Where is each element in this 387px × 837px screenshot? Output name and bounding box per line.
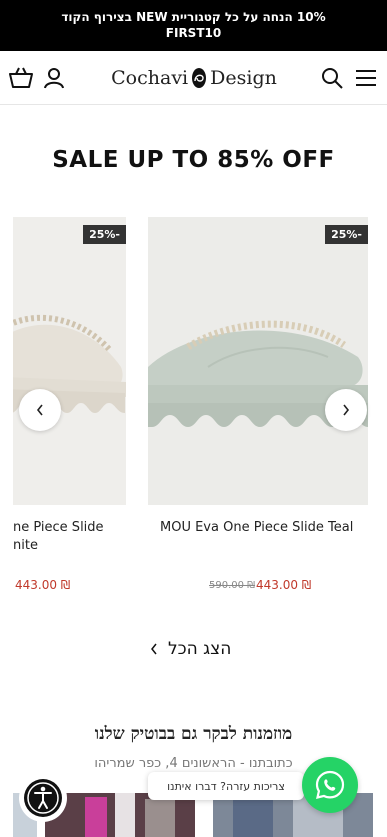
discount-badge: 25%- [325,225,368,244]
sale-heading: SALE UP TO 85% OFF [52,147,335,173]
site-logo[interactable]: Cochavi Design [111,63,277,93]
product-image[interactable]: 25%- [148,217,368,505]
page: 10% הנחה על כל קטגוריית NEW בצירוף הקוד … [0,0,387,837]
logo-mark-icon [192,68,207,88]
product-original-price: 590.00 ₪ [209,580,256,591]
announcement-text: 10% הנחה על כל קטגוריית NEW בצירוף הקוד [61,10,326,24]
logo-text-left: Cochavi [111,67,189,89]
discount-badge: 25%- [83,225,126,244]
announcement-bar[interactable]: 10% הנחה על כל קטגוריית NEW בצירוף הקוד … [0,0,387,51]
product-price: 443.00 ₪ [15,578,71,592]
chevron-right-icon [343,404,350,416]
whatsapp-icon [315,770,345,799]
chevron-left-icon [151,643,157,655]
whatsapp-button[interactable] [302,757,358,813]
slide-sandal-image [148,217,368,505]
search-icon[interactable] [319,65,345,91]
accessibility-icon [24,779,62,817]
account-icon[interactable] [41,65,67,91]
product-price: 443.00 ₪ [256,578,312,592]
logo-text-right: Design [210,67,277,89]
carousel-next-button[interactable] [325,389,367,431]
whatsapp-tooltip[interactable]: צריכות עזרה? דברו איתנו [148,772,304,800]
menu-icon[interactable] [353,65,379,91]
product-title[interactable]: MOU Eva One Piece Slide Teal [160,519,353,537]
product-image[interactable]: 25%- [13,217,126,505]
view-all-link[interactable]: הצג הכל [150,637,231,661]
view-all-label: הצג הכל [168,639,232,659]
slide-sandal-image [13,217,126,505]
boutique-heading: מוזמנות לבקר גם בבוטיק שלנו [94,724,293,744]
accessibility-button[interactable] [21,776,65,820]
carousel-prev-button[interactable] [19,389,61,431]
product-title-line: ne Piece Slide [13,520,104,535]
chevron-left-icon [36,404,43,416]
cart-icon[interactable] [8,65,34,91]
announcement-code: FIRST10 [165,26,222,40]
site-header: Cochavi Design [0,51,387,105]
product-title-line: nite [13,538,38,553]
product-title[interactable]: ne Piece Slide nite [13,519,126,555]
